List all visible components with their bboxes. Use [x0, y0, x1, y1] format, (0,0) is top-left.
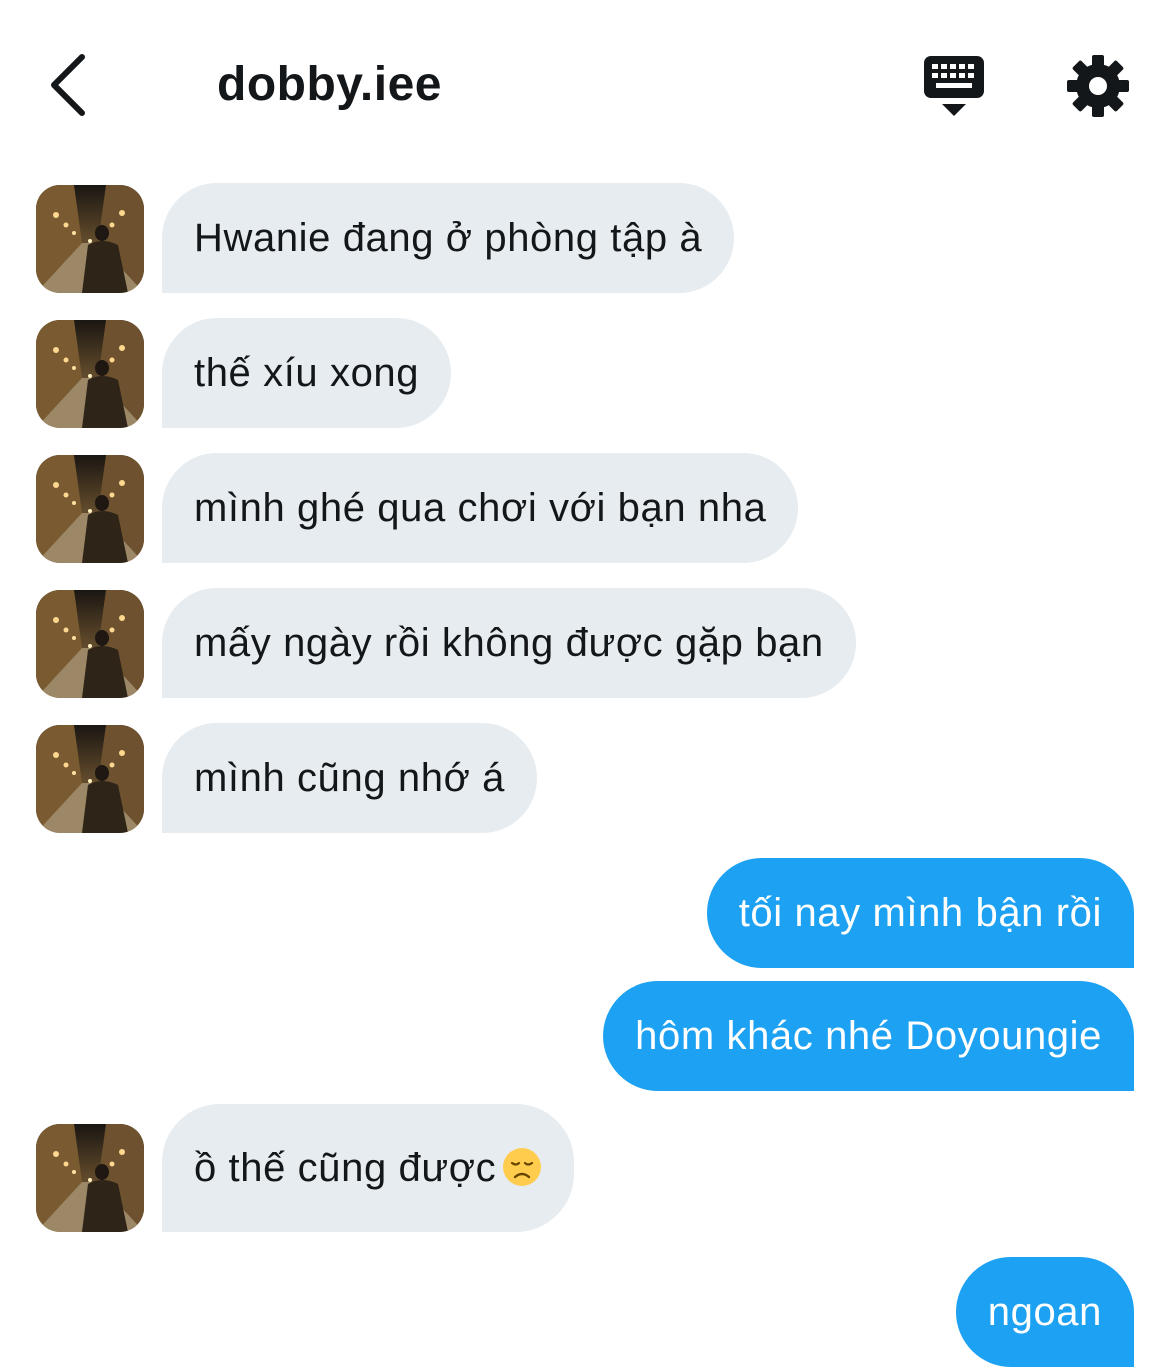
message-bubble-outgoing[interactable]: hôm khác nhé Doyoungie [603, 981, 1134, 1091]
keyboard-button[interactable] [920, 52, 988, 122]
message-row-outgoing: ngoan [0, 1257, 1170, 1367]
chevron-left-icon [51, 54, 85, 116]
avatar[interactable] [36, 455, 144, 563]
message-bubble-outgoing[interactable]: tối nay mình bận rồi [706, 858, 1134, 968]
disappointed-face-icon [503, 1148, 542, 1186]
conversation-title[interactable]: dobby.iee [217, 56, 442, 114]
chat-header: dobby.iee [0, 0, 1170, 170]
message-bubble-incoming[interactable]: mình ghé qua chơi với bạn nha [162, 453, 799, 563]
message-row-incoming: thế xíu xong [0, 318, 1170, 428]
message-row-incoming: mình cũng nhớ á [0, 723, 1170, 833]
avatar[interactable] [36, 725, 144, 833]
keyboard-icon [924, 56, 984, 116]
message-bubble-incoming[interactable]: Hwanie đang ở phòng tập à [162, 183, 735, 293]
gear-icon [1067, 55, 1129, 117]
avatar[interactable] [36, 185, 144, 293]
message-row-incoming: mấy ngày rồi không được gặp bạn [0, 588, 1170, 698]
message-bubble-incoming[interactable]: thế xíu xong [162, 318, 452, 428]
settings-button[interactable] [1064, 52, 1132, 120]
message-bubble-incoming[interactable]: ồ thế cũng được [162, 1104, 575, 1232]
message-row-incoming: ồ thế cũng được [0, 1104, 1170, 1232]
message-bubble-incoming[interactable]: mấy ngày rồi không được gặp bạn [162, 588, 856, 698]
message-bubble-outgoing[interactable]: ngoan [955, 1257, 1134, 1367]
message-bubble-incoming[interactable]: mình cũng nhớ á [162, 723, 537, 833]
message-row-incoming: Hwanie đang ở phòng tập à [0, 183, 1170, 293]
avatar[interactable] [36, 1124, 144, 1232]
avatar[interactable] [36, 320, 144, 428]
back-button[interactable] [40, 50, 96, 120]
message-row-incoming: mình ghé qua chơi với bạn nha [0, 453, 1170, 563]
avatar[interactable] [36, 590, 144, 698]
message-row-outgoing: hôm khác nhé Doyoungie [0, 981, 1170, 1091]
message-row-outgoing: tối nay mình bận rồi [0, 858, 1170, 968]
message-text: ồ thế cũng được [194, 1146, 497, 1190]
